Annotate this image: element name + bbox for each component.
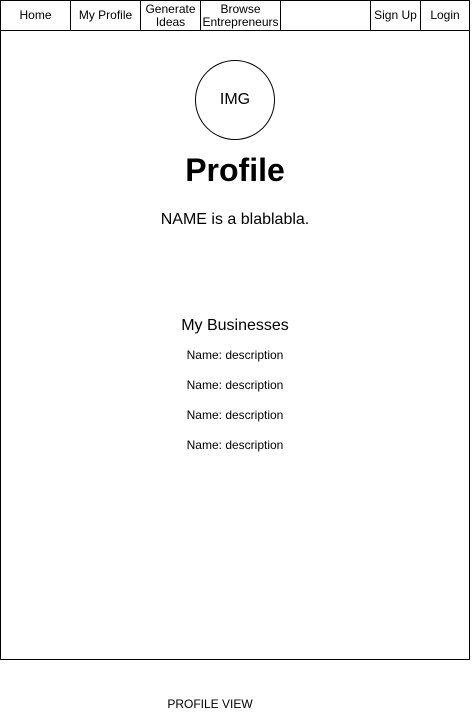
businesses-heading: My Businesses bbox=[181, 317, 289, 334]
page-title: Profile bbox=[185, 152, 285, 188]
nav-home-label: Home bbox=[19, 8, 52, 22]
nav-login-label: Login bbox=[430, 8, 460, 22]
diagram-caption: PROFILE VIEW bbox=[167, 697, 253, 711]
nav-browse-label-line2: Entrepreneurs bbox=[202, 14, 279, 29]
business-list-item[interactable]: Name: description bbox=[0, 378, 470, 392]
business-list-item[interactable]: Name: description bbox=[0, 348, 470, 362]
nav-sign-up-button[interactable]: Sign Up bbox=[370, 0, 421, 31]
nav-generate-ideas-label-line1: Generate bbox=[145, 1, 196, 16]
nav-browse-label-line1: Browse bbox=[220, 1, 261, 16]
nav-generate-ideas-label-line2: Ideas bbox=[155, 14, 186, 29]
avatar-image-placeholder: IMG bbox=[195, 60, 275, 140]
nav-sign-up-label: Sign Up bbox=[374, 8, 417, 22]
business-list-item[interactable]: Name: description bbox=[0, 438, 470, 452]
nav-home-button[interactable]: Home bbox=[0, 0, 71, 31]
nav-login-button[interactable]: Login bbox=[420, 0, 470, 31]
profile-bio: NAME is a blablabla. bbox=[160, 211, 310, 228]
nav-generate-ideas-button[interactable]: Generate Ideas bbox=[140, 0, 201, 31]
business-list-item[interactable]: Name: description bbox=[0, 408, 470, 422]
nav-my-profile-button[interactable]: My Profile bbox=[70, 0, 141, 31]
nav-my-profile-label: My Profile bbox=[78, 8, 133, 22]
avatar-label: IMG bbox=[219, 91, 251, 108]
nav-browse-entrepreneurs-button[interactable]: Browse Entrepreneurs bbox=[200, 0, 281, 31]
